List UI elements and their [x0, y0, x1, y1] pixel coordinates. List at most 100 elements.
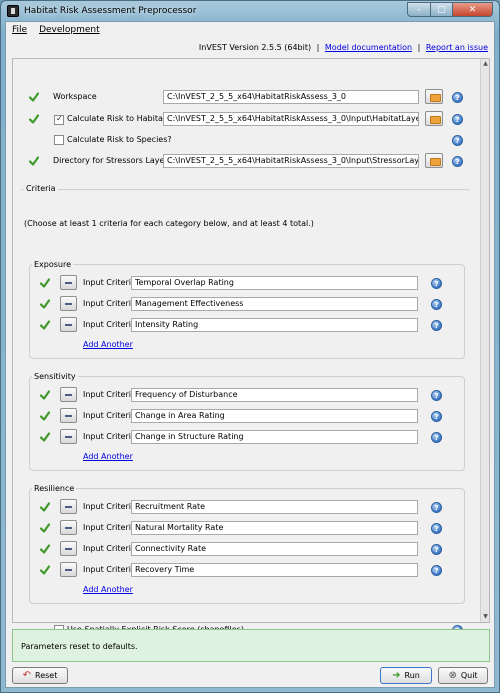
criteria-input[interactable]: Connectivity Rate — [131, 542, 418, 556]
habitats-label: Calculate Risk to Habitats? — [67, 114, 175, 123]
criteria-input[interactable]: Frequency of Disturbance — [131, 388, 418, 402]
criteria-row: Input Criteria Connectivity Rate? — [30, 541, 495, 557]
menu-development[interactable]: Development — [33, 25, 106, 35]
green-check-icon — [40, 432, 50, 442]
window-controls: – □ ✕ — [407, 2, 493, 17]
undo-arrow-icon: ↶ — [22, 670, 32, 681]
criteria-title: Criteria — [24, 184, 58, 193]
habitats-input[interactable]: C:\InVEST_2_5_5_x64\HabitatRiskAssess_3_… — [163, 112, 419, 126]
species-checkbox[interactable] — [54, 135, 64, 145]
app-window: Habitat Risk Assessment Preprocessor – □… — [0, 0, 500, 693]
help-icon[interactable]: ? — [431, 502, 442, 513]
help-icon[interactable]: ? — [431, 278, 442, 289]
workspace-label: Workspace — [53, 92, 97, 101]
input-criteria-label: Input Criteria — [83, 411, 136, 420]
add-another-link[interactable]: Add Another — [83, 452, 133, 461]
report-issue-link[interactable]: Report an issue — [426, 43, 488, 52]
green-check-icon — [40, 278, 50, 288]
criteria-input[interactable]: Natural Mortality Rate — [131, 521, 418, 535]
remove-criteria-button[interactable] — [60, 520, 77, 535]
help-icon[interactable]: ? — [431, 299, 442, 310]
help-icon[interactable]: ? — [431, 390, 442, 401]
criteria-group: Criteria (Choose at least 1 criteria for… — [19, 184, 471, 609]
remove-criteria-button[interactable] — [60, 499, 77, 514]
run-arrow-icon: ➜ — [392, 670, 401, 681]
input-criteria-label: Input Criteria — [83, 299, 136, 308]
remove-criteria-button[interactable] — [60, 408, 77, 423]
input-criteria-label: Input Criteria — [83, 523, 136, 532]
habitats-checkbox[interactable] — [54, 114, 64, 125]
quit-button[interactable]: ⊗ Quit — [438, 667, 488, 684]
green-check-icon — [29, 92, 39, 102]
input-criteria-label: Input Criteria — [83, 278, 136, 287]
input-criteria-label: Input Criteria — [83, 502, 136, 511]
version-info-bar: InVEST Version 2.5.5 (64bit) | Model doc… — [199, 43, 488, 52]
folder-icon[interactable] — [425, 153, 443, 168]
app-icon — [7, 5, 19, 17]
criteria-input[interactable]: Temporal Overlap Rating — [131, 276, 418, 290]
sensitivity-title: Sensitivity — [32, 372, 78, 381]
workspace-input[interactable]: C:\InVEST_2_5_5_x64\HabitatRiskAssess_3_… — [163, 90, 419, 104]
help-icon[interactable]: ? — [452, 135, 463, 146]
main-content: File Development InVEST Version 2.5.5 (6… — [5, 21, 495, 688]
stressors-input[interactable]: C:\InVEST_2_5_5_x64\HabitatRiskAssess_3_… — [163, 154, 419, 168]
green-check-icon — [40, 565, 50, 575]
reset-label: Reset — [35, 671, 58, 680]
criteria-row: Input Criteria Frequency of Disturbance? — [30, 387, 495, 403]
green-check-icon — [40, 390, 50, 400]
maximize-button[interactable]: □ — [431, 2, 453, 17]
help-icon[interactable]: ? — [452, 92, 463, 103]
scroll-down-icon[interactable]: ▼ — [482, 613, 489, 621]
remove-criteria-button[interactable] — [60, 275, 77, 290]
remove-criteria-button[interactable] — [60, 562, 77, 577]
separator: | — [417, 43, 421, 52]
menu-file[interactable]: File — [6, 25, 33, 35]
remove-criteria-button[interactable] — [60, 317, 77, 332]
help-icon[interactable]: ? — [431, 320, 442, 331]
title-bar[interactable]: Habitat Risk Assessment Preprocessor – □… — [1, 1, 499, 21]
help-icon[interactable]: ? — [431, 432, 442, 443]
criteria-input[interactable]: Change in Structure Rating — [131, 430, 418, 444]
criteria-input[interactable]: Recovery Time — [131, 563, 418, 577]
criteria-instruction: (Choose at least 1 criteria for each cat… — [24, 219, 314, 228]
criteria-input[interactable]: Recruitment Rate — [131, 500, 418, 514]
remove-criteria-button[interactable] — [60, 296, 77, 311]
green-check-icon — [40, 299, 50, 309]
sensitivity-group: Sensitivity Input Criteria Frequency of D… — [29, 372, 465, 471]
remove-criteria-button[interactable] — [60, 429, 77, 444]
input-criteria-label: Input Criteria — [83, 565, 136, 574]
status-message: Parameters reset to defaults. — [21, 642, 138, 651]
criteria-input[interactable]: Change in Area Rating — [131, 409, 418, 423]
help-icon[interactable]: ? — [452, 114, 463, 125]
help-icon[interactable]: ? — [431, 523, 442, 534]
remove-criteria-button[interactable] — [60, 387, 77, 402]
model-documentation-link[interactable]: Model documentation — [325, 43, 412, 52]
input-criteria-label: Input Criteria — [83, 432, 136, 441]
minimize-button[interactable]: – — [407, 2, 431, 17]
input-criteria-label: Input Criteria — [83, 544, 136, 553]
criteria-row: Input Criteria Recovery Time? — [30, 562, 495, 578]
criteria-input[interactable]: Management Effectiveness — [131, 297, 418, 311]
reset-button[interactable]: ↶ Reset — [12, 667, 68, 684]
vertical-scrollbar[interactable]: ▲ ▼ — [480, 59, 489, 622]
help-icon[interactable]: ? — [452, 156, 463, 167]
add-another-link[interactable]: Add Another — [83, 585, 133, 594]
menu-bar: File Development — [6, 22, 494, 37]
input-criteria-label: Input Criteria — [83, 320, 136, 329]
help-icon[interactable]: ? — [431, 411, 442, 422]
folder-icon[interactable] — [425, 111, 443, 126]
scroll-up-icon[interactable]: ▲ — [482, 60, 489, 68]
criteria-input[interactable]: Intensity Rating — [131, 318, 418, 332]
run-button[interactable]: ➜ Run — [380, 667, 432, 684]
status-panel: Parameters reset to defaults. — [12, 629, 490, 662]
folder-icon[interactable] — [425, 89, 443, 104]
exposure-group: Exposure Input Criteria Temporal Overlap … — [29, 260, 465, 359]
criteria-row: Input Criteria Natural Mortality Rate? — [30, 520, 495, 536]
close-button[interactable]: ✕ — [453, 2, 493, 17]
remove-criteria-button[interactable] — [60, 541, 77, 556]
add-another-link[interactable]: Add Another — [83, 340, 133, 349]
separator: | — [316, 43, 320, 52]
form-scroll-area: Workspace C:\InVEST_2_5_5_x64\HabitatRis… — [12, 58, 490, 636]
help-icon[interactable]: ? — [431, 565, 442, 576]
help-icon[interactable]: ? — [431, 544, 442, 555]
